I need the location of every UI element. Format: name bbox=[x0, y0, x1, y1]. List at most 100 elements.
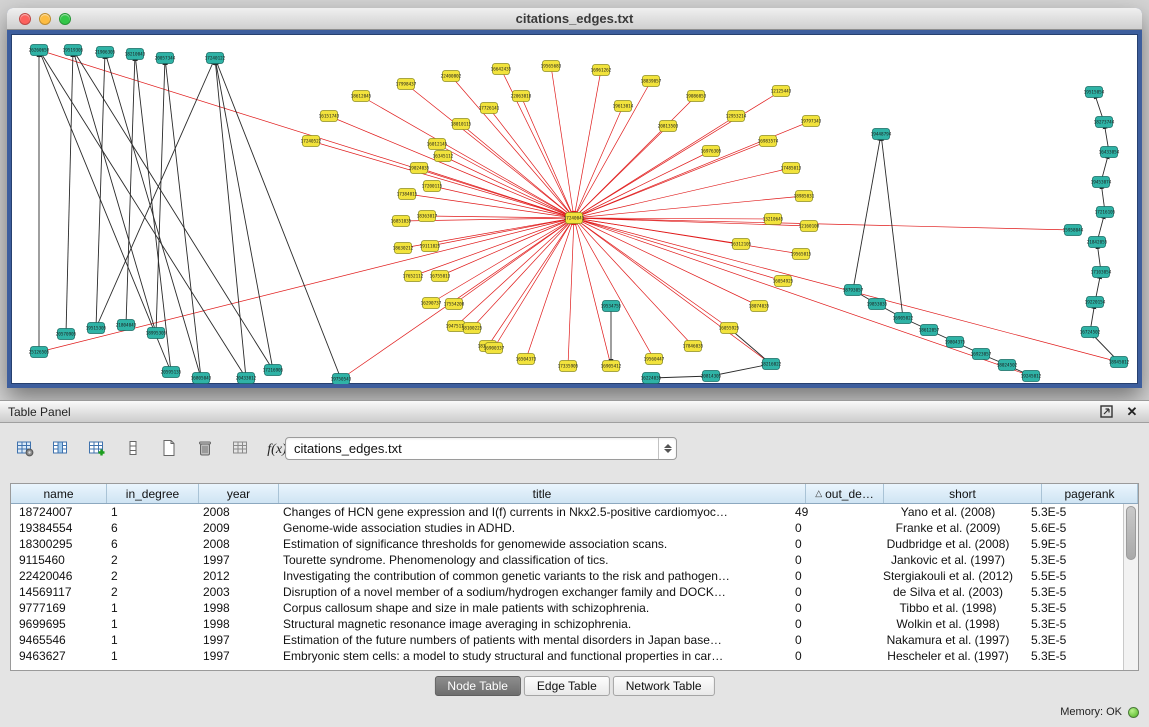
table-settings-button[interactable] bbox=[12, 438, 38, 462]
float-panel-icon[interactable] bbox=[1099, 405, 1113, 419]
graph-node[interactable]: 26260650 bbox=[29, 45, 50, 56]
table-edit-button[interactable] bbox=[84, 438, 110, 462]
graph-node[interactable]: 16504373 bbox=[516, 354, 537, 365]
graph-node[interactable]: 16905412 bbox=[601, 361, 622, 372]
graph-node[interactable]: 18074035 bbox=[749, 301, 770, 312]
table-columns-button[interactable] bbox=[48, 438, 74, 462]
import-table-button[interactable] bbox=[228, 438, 254, 462]
graph-node[interactable]: 16433054 bbox=[1099, 147, 1120, 158]
graph-node[interactable]: 20814305 bbox=[701, 371, 722, 382]
graph-node[interactable]: 20813503 bbox=[658, 121, 679, 132]
graph-node[interactable]: 17554208 bbox=[444, 299, 465, 310]
graph-node[interactable]: 19515054 bbox=[1084, 87, 1105, 98]
graph-node[interactable]: 19519305 bbox=[63, 45, 84, 56]
graph-node[interactable]: 18100225 bbox=[462, 323, 483, 334]
graph-node[interactable]: 19797343 bbox=[801, 116, 822, 127]
table-row[interactable]: 1456911722003Disruption of a novel membe… bbox=[11, 584, 1123, 600]
graph-node[interactable]: 16805043 bbox=[191, 373, 212, 384]
graph-node[interactable]: 15958044 bbox=[1063, 225, 1084, 236]
graph-node[interactable]: 17846035 bbox=[683, 341, 704, 352]
graph-node[interactable]: 16923057 bbox=[971, 349, 992, 360]
graph-node[interactable]: 19024035 bbox=[409, 163, 430, 174]
column-header-year[interactable]: year bbox=[199, 484, 279, 503]
graph-node[interactable]: 18210043 bbox=[125, 49, 146, 60]
network-selector[interactable]: citations_edges.txt bbox=[285, 437, 677, 460]
graph-node[interactable]: 12125443 bbox=[771, 86, 792, 97]
graph-node[interactable]: 16312105 bbox=[731, 239, 752, 250]
graph-node[interactable]: 20057344 bbox=[155, 53, 176, 64]
graph-node[interactable]: 19565015 bbox=[791, 249, 812, 260]
tab-network-table[interactable]: Network Table bbox=[613, 676, 715, 696]
column-header-pagerank[interactable]: pagerank bbox=[1042, 484, 1138, 503]
graph-node[interactable]: 17103054 bbox=[1091, 267, 1112, 278]
graph-node[interactable]: 19448794 bbox=[871, 129, 892, 140]
graph-node[interactable]: 19804375 bbox=[945, 337, 966, 348]
graph-node[interactable]: 18945012 bbox=[1109, 357, 1130, 368]
graph-node[interactable]: 19515305 bbox=[86, 323, 107, 334]
graph-node[interactable]: 21842055 bbox=[1087, 237, 1108, 248]
network-graph[interactable]: 17240041 18612045 17998437 22400802 16642435… bbox=[11, 34, 1138, 384]
graph-node[interactable]: 18363017 bbox=[417, 211, 438, 222]
graph-node[interactable]: 20570905 bbox=[56, 329, 77, 340]
graph-node[interactable]: 19245012 bbox=[1021, 371, 1042, 382]
graph-node[interactable]: 19613014 bbox=[613, 101, 634, 112]
graph-node[interactable]: 16983574 bbox=[758, 136, 779, 147]
graph-node[interactable]: 20433012 bbox=[236, 373, 257, 384]
column-header-title[interactable]: title bbox=[279, 484, 806, 503]
graph-node[interactable]: 19853035 bbox=[867, 299, 888, 310]
table-row[interactable]: 946554611997Estimation of the future num… bbox=[11, 632, 1123, 648]
graph-node[interactable]: 16724502 bbox=[1080, 327, 1101, 338]
table-row[interactable]: 1830029562008Estimation of significance … bbox=[11, 536, 1123, 552]
graph-node[interactable]: 18839057 bbox=[641, 76, 662, 87]
graph-node[interactable]: 17335905 bbox=[558, 361, 579, 372]
graph-node[interactable]: 21804043 bbox=[116, 320, 137, 331]
close-panel-icon[interactable]: ✕ bbox=[1125, 405, 1139, 419]
graph-node[interactable]: 18216022 bbox=[761, 359, 782, 370]
graph-node[interactable]: 16054925 bbox=[773, 276, 794, 287]
graph-node[interactable]: 12160108 bbox=[799, 221, 820, 232]
vertical-scrollbar[interactable] bbox=[1123, 504, 1138, 670]
graph-node[interactable]: 16900337 bbox=[484, 343, 505, 354]
tab-node-table[interactable]: Node Table bbox=[434, 676, 521, 696]
graph-node[interactable]: 16151743 bbox=[319, 111, 340, 122]
graph-node[interactable]: 17216905 bbox=[263, 365, 284, 376]
graph-node[interactable]: 17652112 bbox=[403, 271, 424, 282]
graph-node[interactable]: 12953214 bbox=[726, 111, 747, 122]
scrollbar-thumb[interactable] bbox=[1126, 506, 1136, 560]
column-header-name[interactable]: name bbox=[11, 484, 107, 503]
graph-node[interactable]: 18612057 bbox=[919, 325, 940, 336]
graph-node[interactable]: 17240041 bbox=[564, 213, 585, 224]
graph-node[interactable]: 19086053 bbox=[686, 91, 707, 102]
graph-node[interactable]: 17998437 bbox=[396, 79, 417, 90]
graph-node[interactable]: 18273744 bbox=[1094, 117, 1115, 128]
graph-node[interactable]: 25126505 bbox=[29, 347, 50, 358]
graph-node[interactable]: 19111025 bbox=[420, 241, 441, 252]
graph-node[interactable]: 18793057 bbox=[843, 285, 864, 296]
graph-node[interactable]: 18612045 bbox=[351, 91, 372, 102]
graph-node[interactable]: 18985031 bbox=[794, 191, 815, 202]
graph-node[interactable]: 16905022 bbox=[893, 313, 914, 324]
graph-node[interactable]: 16642435 bbox=[491, 64, 512, 75]
table-row[interactable]: 969969511998Structural magnetic resonanc… bbox=[11, 616, 1123, 632]
graph-node[interactable]: 18630212 bbox=[393, 243, 414, 254]
graph-node[interactable]: 18024502 bbox=[997, 360, 1018, 371]
rows-button[interactable] bbox=[120, 438, 146, 462]
table-row[interactable]: 1872400712008Changes of HCN gene express… bbox=[11, 504, 1123, 520]
graph-node[interactable]: 18010115 bbox=[451, 119, 472, 130]
graph-node[interactable]: 20595135 bbox=[161, 367, 182, 378]
graph-node[interactable]: 19534755 bbox=[601, 301, 622, 312]
graph-node[interactable]: 16224035 bbox=[641, 373, 662, 384]
window-titlebar[interactable]: citations_edges.txt bbox=[7, 8, 1142, 30]
graph-node[interactable]: 16012145 bbox=[427, 139, 448, 150]
new-document-button[interactable] bbox=[156, 438, 182, 462]
column-header-out_degree[interactable]: △out_de… bbox=[806, 484, 884, 503]
graph-node[interactable]: 22400802 bbox=[441, 71, 462, 82]
graph-node[interactable]: 19220154 bbox=[1085, 297, 1106, 308]
table-row[interactable]: 1938455462009Genome-wide association stu… bbox=[11, 520, 1123, 536]
table-row[interactable]: 977716911998Corpus callosum shape and si… bbox=[11, 600, 1123, 616]
column-header-in_degree[interactable]: in_degree bbox=[107, 484, 199, 503]
graph-node[interactable]: 16055925 bbox=[719, 323, 740, 334]
graph-node[interactable]: 16755013 bbox=[430, 271, 451, 282]
graph-node[interactable]: 17240522 bbox=[301, 136, 322, 147]
graph-node[interactable]: 19560447 bbox=[644, 354, 665, 365]
